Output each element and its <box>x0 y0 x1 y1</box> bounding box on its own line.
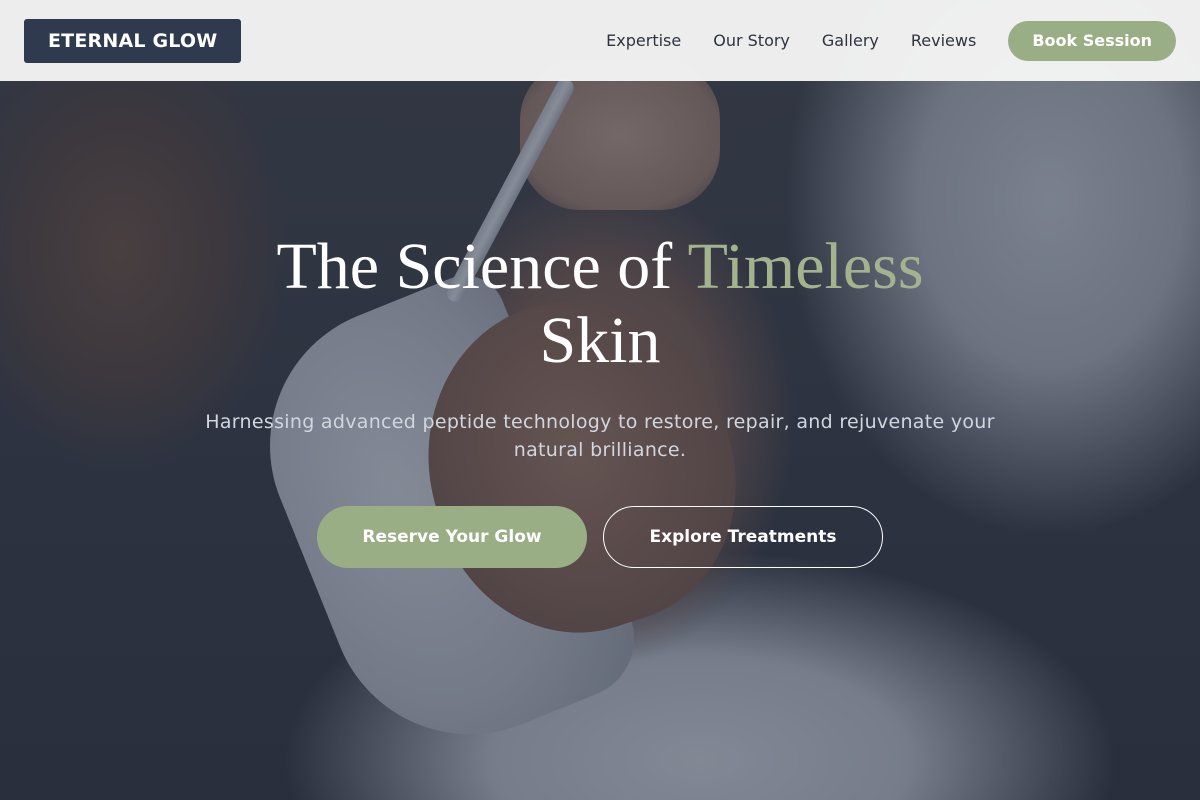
hero-cta-row: Reserve Your Glow Explore Treatments <box>0 506 1200 568</box>
main-nav: Expertise Our Story Gallery Reviews Book… <box>606 20 1176 61</box>
nav-link-expertise[interactable]: Expertise <box>606 31 681 50</box>
nav-link-gallery[interactable]: Gallery <box>822 31 879 50</box>
hero-subtitle: Harnessing advanced peptide technology t… <box>205 411 995 461</box>
hero-title-accent: Timeless <box>687 230 924 303</box>
nav-link-reviews[interactable]: Reviews <box>911 31 976 50</box>
nav-link-our-story[interactable]: Our Story <box>713 31 790 50</box>
site-header: ETERNAL GLOW Expertise Our Story Gallery… <box>0 0 1200 81</box>
reserve-glow-button[interactable]: Reserve Your Glow <box>317 506 587 568</box>
explore-treatments-button[interactable]: Explore Treatments <box>603 506 883 568</box>
hero-title-end: Skin <box>539 304 661 377</box>
hero-title: The Science of Timeless Skin <box>0 230 1200 378</box>
hero-title-main: The Science of <box>276 230 688 303</box>
brand-logo[interactable]: ETERNAL GLOW <box>24 18 242 63</box>
hero-section: The Science of Timeless Skin Harnessing … <box>0 230 1200 568</box>
book-session-button[interactable]: Book Session <box>1008 20 1176 61</box>
